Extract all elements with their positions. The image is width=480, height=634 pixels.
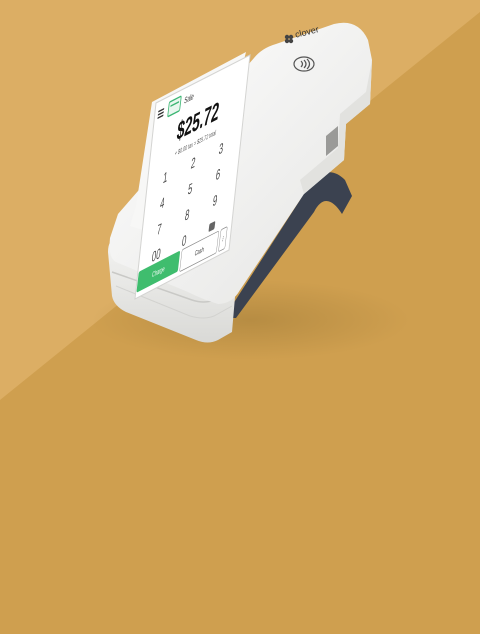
card-icon xyxy=(167,95,182,118)
menu-icon[interactable] xyxy=(157,107,165,120)
more-options-button[interactable]: ⁝ xyxy=(218,226,228,253)
sale-label: Sale xyxy=(183,91,195,107)
backspace-icon xyxy=(208,220,216,233)
